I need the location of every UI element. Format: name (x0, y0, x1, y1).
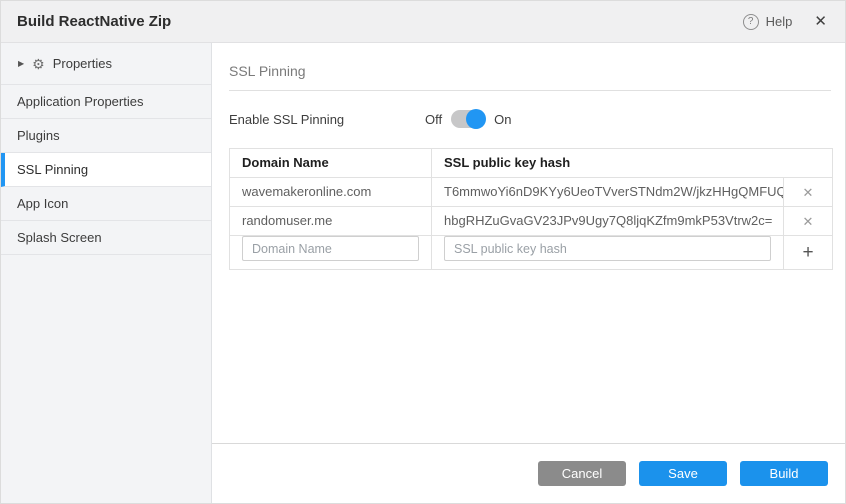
section-divider (229, 90, 831, 91)
domain-input-cell (230, 236, 432, 269)
ssl-pinning-panel: SSL Pinning Enable SSL Pinning Off On Do… (212, 43, 845, 443)
sidebar: ▶ ⚙ Properties Application Properties Pl… (1, 43, 212, 503)
expand-arrow-icon[interactable]: ▶ (18, 59, 24, 68)
sidebar-item-plugins[interactable]: Plugins (1, 119, 211, 153)
ssl-pinning-table: Domain Name SSL public key hash wavemake… (229, 148, 833, 270)
table-row: randomuser.me hbgRHZuGvaGV23JPv9Ugy7Q8lj… (230, 206, 832, 235)
row-actions: ✕ (784, 207, 832, 235)
table-header-row: Domain Name SSL public key hash (230, 149, 832, 177)
close-icon[interactable]: ✕ (812, 12, 829, 31)
section-title: SSL Pinning (229, 63, 831, 79)
sidebar-item-splash-screen[interactable]: Splash Screen (1, 221, 211, 255)
build-button[interactable]: Build (740, 461, 828, 486)
row-actions: ✕ (784, 178, 832, 206)
enable-ssl-pinning-row: Enable SSL Pinning Off On (229, 110, 831, 128)
delete-row-icon[interactable]: ✕ (803, 186, 814, 199)
column-header-hash: SSL public key hash (432, 149, 832, 177)
table-row: wavemakeronline.com T6mmwoYi6nD9KYy6UeoT… (230, 177, 832, 206)
toggle-group: Off On (425, 110, 511, 128)
domain-name-input[interactable] (242, 236, 419, 261)
cancel-button[interactable]: Cancel (538, 461, 626, 486)
ssl-pinning-toggle[interactable] (451, 110, 485, 128)
sidebar-item-ssl-pinning[interactable]: SSL Pinning (1, 153, 211, 187)
toggle-on-label: On (494, 112, 511, 127)
save-button[interactable]: Save (639, 461, 727, 486)
build-reactnative-zip-dialog: Build ReactNative Zip ? Help ✕ ▶ ⚙ Prope… (0, 0, 846, 504)
toggle-knob (466, 109, 486, 129)
hash-input-cell (432, 236, 784, 269)
add-row-icon[interactable]: + (802, 243, 813, 262)
sidebar-item-application-properties[interactable]: Application Properties (1, 85, 211, 119)
help-icon: ? (743, 14, 759, 30)
hash-cell: T6mmwoYi6nD9KYy6UeoTVverSTNdm2W/jkzHHgQM… (432, 178, 784, 206)
help-button[interactable]: ? Help (743, 14, 793, 30)
gear-icon: ⚙ (32, 57, 45, 71)
toggle-off-label: Off (425, 112, 442, 127)
column-header-domain: Domain Name (230, 149, 432, 177)
dialog-title: Build ReactNative Zip (17, 13, 171, 30)
domain-cell: randomuser.me (230, 207, 432, 235)
help-label: Help (766, 14, 793, 29)
enable-ssl-pinning-label: Enable SSL Pinning (229, 112, 425, 127)
domain-cell: wavemakeronline.com (230, 178, 432, 206)
hash-cell: hbgRHZuGvaGV23JPv9Ugy7Q8ljqKZfm9mkP53Vtr… (432, 207, 784, 235)
main-panel: SSL Pinning Enable SSL Pinning Off On Do… (212, 43, 845, 503)
delete-row-icon[interactable]: ✕ (803, 215, 814, 228)
row-actions: + (784, 236, 832, 269)
sidebar-item-properties[interactable]: ▶ ⚙ Properties (1, 43, 211, 85)
sidebar-item-app-icon[interactable]: App Icon (1, 187, 211, 221)
sidebar-item-label: Properties (53, 56, 112, 71)
add-entry-row: + (230, 235, 832, 269)
ssl-key-hash-input[interactable] (444, 236, 771, 261)
dialog-footer: Cancel Save Build (212, 443, 845, 503)
dialog-header: Build ReactNative Zip ? Help ✕ (1, 1, 845, 43)
